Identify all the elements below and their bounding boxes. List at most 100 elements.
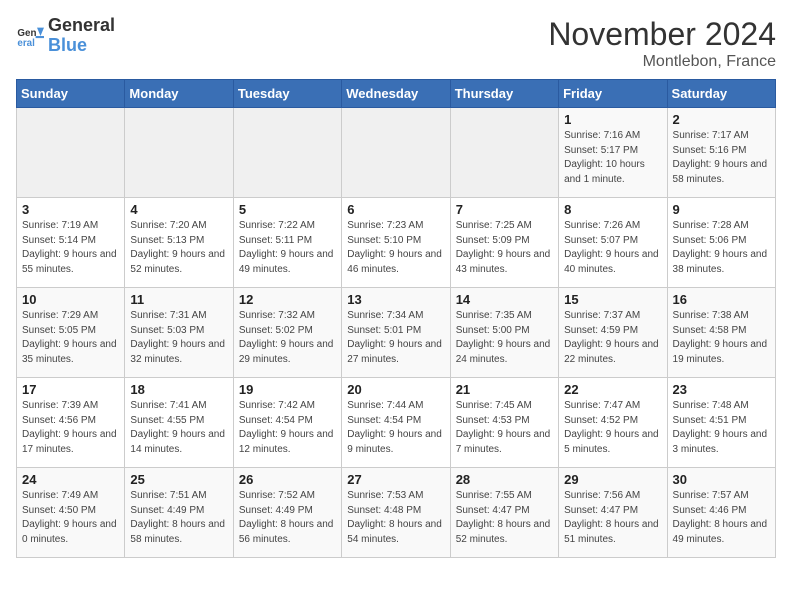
calendar-cell: 29Sunrise: 7:56 AM Sunset: 4:47 PM Dayli… bbox=[559, 468, 667, 558]
day-number: 8 bbox=[564, 202, 661, 217]
calendar-cell: 25Sunrise: 7:51 AM Sunset: 4:49 PM Dayli… bbox=[125, 468, 233, 558]
day-number: 21 bbox=[456, 382, 553, 397]
calendar-table: SundayMondayTuesdayWednesdayThursdayFrid… bbox=[16, 79, 776, 558]
day-number: 15 bbox=[564, 292, 661, 307]
day-info: Sunrise: 7:44 AM Sunset: 4:54 PM Dayligh… bbox=[347, 399, 444, 457]
day-info: Sunrise: 7:38 AM Sunset: 4:58 PM Dayligh… bbox=[673, 309, 770, 367]
day-number: 2 bbox=[673, 112, 770, 127]
day-number: 24 bbox=[22, 472, 119, 487]
day-info: Sunrise: 7:16 AM Sunset: 5:17 PM Dayligh… bbox=[564, 129, 661, 187]
calendar-cell: 24 Sunrise: 7:49 AM Sunset: 4:50 PM Dayli… bbox=[17, 468, 125, 558]
calendar-cell: 27 Sunrise: 7:53 AM Sunset: 4:48 PM Dayli… bbox=[342, 468, 450, 558]
day-number: 25 bbox=[130, 472, 227, 487]
day-info: Sunrise: 7:39 AM Sunset: 4:56 PM Dayligh… bbox=[22, 399, 119, 457]
day-number: 23 bbox=[673, 382, 770, 397]
day-info: Sunrise: 7:20 AM Sunset: 5:13 PM Dayligh… bbox=[130, 219, 227, 277]
day-info: Sunrise: 7:29 AM Sunset: 5:05 PM Dayligh… bbox=[22, 309, 119, 367]
calendar-cell: 2 Sunrise: 7:17 AM Sunset: 5:16 PM Daylig… bbox=[667, 108, 775, 198]
day-number: 18 bbox=[130, 382, 227, 397]
title-block: November 2024 Montlebon, France bbox=[548, 16, 776, 71]
calendar-cell: 30 Sunrise: 7:57 AM Sunset: 4:46 PM Dayli… bbox=[667, 468, 775, 558]
day-number: 19 bbox=[239, 382, 336, 397]
logo-icon: Gen eral bbox=[16, 22, 44, 50]
weekday-header-friday: Friday bbox=[559, 80, 667, 108]
calendar-cell bbox=[342, 108, 450, 198]
calendar-cell: 23 Sunrise: 7:48 AM Sunset: 4:51 PM Dayli… bbox=[667, 378, 775, 468]
day-info: Sunrise: 7:22 AM Sunset: 5:11 PM Dayligh… bbox=[239, 219, 336, 277]
calendar-cell: 16 Sunrise: 7:38 AM Sunset: 4:58 PM Dayli… bbox=[667, 288, 775, 378]
day-number: 3 bbox=[22, 202, 119, 217]
day-info: Sunrise: 7:26 AM Sunset: 5:07 PM Dayligh… bbox=[564, 219, 661, 277]
day-number: 4 bbox=[130, 202, 227, 217]
calendar-cell: 13 Sunrise: 7:34 AM Sunset: 5:01 PM Dayli… bbox=[342, 288, 450, 378]
calendar-cell: 26Sunrise: 7:52 AM Sunset: 4:49 PM Dayli… bbox=[233, 468, 341, 558]
day-number: 28 bbox=[456, 472, 553, 487]
calendar-cell: 5Sunrise: 7:22 AM Sunset: 5:11 PM Daylig… bbox=[233, 198, 341, 288]
calendar-week-row: 10 Sunrise: 7:29 AM Sunset: 5:05 PM Dayli… bbox=[17, 288, 776, 378]
calendar-cell: 3 Sunrise: 7:19 AM Sunset: 5:14 PM Daylig… bbox=[17, 198, 125, 288]
calendar-cell: 12 Sunrise: 7:32 AM Sunset: 5:02 PM Dayli… bbox=[233, 288, 341, 378]
weekday-header-sunday: Sunday bbox=[17, 80, 125, 108]
page-header: Gen eral General Blue November 2024 Mont… bbox=[16, 16, 776, 71]
calendar-cell: 20 Sunrise: 7:44 AM Sunset: 4:54 PM Dayli… bbox=[342, 378, 450, 468]
day-number: 17 bbox=[22, 382, 119, 397]
calendar-week-row: 24 Sunrise: 7:49 AM Sunset: 4:50 PM Dayli… bbox=[17, 468, 776, 558]
day-info: Sunrise: 7:34 AM Sunset: 5:01 PM Dayligh… bbox=[347, 309, 444, 367]
day-number: 14 bbox=[456, 292, 553, 307]
day-number: 16 bbox=[673, 292, 770, 307]
day-number: 30 bbox=[673, 472, 770, 487]
day-number: 6 bbox=[347, 202, 444, 217]
day-info: Sunrise: 7:32 AM Sunset: 5:02 PM Dayligh… bbox=[239, 309, 336, 367]
calendar-cell: 1 Sunrise: 7:16 AM Sunset: 5:17 PM Daylig… bbox=[559, 108, 667, 198]
calendar-cell: 15 Sunrise: 7:37 AM Sunset: 4:59 PM Dayli… bbox=[559, 288, 667, 378]
calendar-cell: 18 Sunrise: 7:41 AM Sunset: 4:55 PM Dayli… bbox=[125, 378, 233, 468]
calendar-cell: 4 Sunrise: 7:20 AM Sunset: 5:13 PM Daylig… bbox=[125, 198, 233, 288]
day-number: 1 bbox=[564, 112, 661, 127]
calendar-cell: 8 Sunrise: 7:26 AM Sunset: 5:07 PM Daylig… bbox=[559, 198, 667, 288]
calendar-cell bbox=[17, 108, 125, 198]
weekday-header-row: SundayMondayTuesdayWednesdayThursdayFrid… bbox=[17, 80, 776, 108]
calendar-cell: 9Sunrise: 7:28 AM Sunset: 5:06 PM Daylig… bbox=[667, 198, 775, 288]
calendar-week-row: 1 Sunrise: 7:16 AM Sunset: 5:17 PM Daylig… bbox=[17, 108, 776, 198]
calendar-cell: 17 Sunrise: 7:39 AM Sunset: 4:56 PM Dayli… bbox=[17, 378, 125, 468]
day-number: 22 bbox=[564, 382, 661, 397]
day-number: 26 bbox=[239, 472, 336, 487]
day-number: 27 bbox=[347, 472, 444, 487]
svg-text:eral: eral bbox=[17, 38, 35, 49]
calendar-cell: 22Sunrise: 7:47 AM Sunset: 4:52 PM Dayli… bbox=[559, 378, 667, 468]
logo-text: General Blue bbox=[48, 16, 115, 56]
month-title: November 2024 bbox=[548, 16, 776, 53]
calendar-cell: 19 Sunrise: 7:42 AM Sunset: 4:54 PM Dayli… bbox=[233, 378, 341, 468]
day-info: Sunrise: 7:57 AM Sunset: 4:46 PM Dayligh… bbox=[673, 489, 770, 547]
calendar-week-row: 17 Sunrise: 7:39 AM Sunset: 4:56 PM Dayli… bbox=[17, 378, 776, 468]
calendar-cell: 10 Sunrise: 7:29 AM Sunset: 5:05 PM Dayli… bbox=[17, 288, 125, 378]
day-info: Sunrise: 7:35 AM Sunset: 5:00 PM Dayligh… bbox=[456, 309, 553, 367]
day-number: 29 bbox=[564, 472, 661, 487]
day-info: Sunrise: 7:42 AM Sunset: 4:54 PM Dayligh… bbox=[239, 399, 336, 457]
calendar-cell: 6 Sunrise: 7:23 AM Sunset: 5:10 PM Daylig… bbox=[342, 198, 450, 288]
day-info: Sunrise: 7:53 AM Sunset: 4:48 PM Dayligh… bbox=[347, 489, 444, 547]
weekday-header-tuesday: Tuesday bbox=[233, 80, 341, 108]
weekday-header-saturday: Saturday bbox=[667, 80, 775, 108]
day-info: Sunrise: 7:37 AM Sunset: 4:59 PM Dayligh… bbox=[564, 309, 661, 367]
day-info: Sunrise: 7:45 AM Sunset: 4:53 PM Dayligh… bbox=[456, 399, 553, 457]
calendar-cell bbox=[450, 108, 558, 198]
day-info: Sunrise: 7:25 AM Sunset: 5:09 PM Dayligh… bbox=[456, 219, 553, 277]
day-info: Sunrise: 7:17 AM Sunset: 5:16 PM Dayligh… bbox=[673, 129, 770, 187]
day-info: Sunrise: 7:41 AM Sunset: 4:55 PM Dayligh… bbox=[130, 399, 227, 457]
day-info: Sunrise: 7:23 AM Sunset: 5:10 PM Dayligh… bbox=[347, 219, 444, 277]
calendar-cell: 21 Sunrise: 7:45 AM Sunset: 4:53 PM Dayli… bbox=[450, 378, 558, 468]
day-number: 12 bbox=[239, 292, 336, 307]
weekday-header-thursday: Thursday bbox=[450, 80, 558, 108]
logo: Gen eral General Blue bbox=[16, 16, 115, 56]
day-info: Sunrise: 7:19 AM Sunset: 5:14 PM Dayligh… bbox=[22, 219, 119, 277]
calendar-week-row: 3 Sunrise: 7:19 AM Sunset: 5:14 PM Daylig… bbox=[17, 198, 776, 288]
day-info: Sunrise: 7:49 AM Sunset: 4:50 PM Dayligh… bbox=[22, 489, 119, 547]
day-number: 10 bbox=[22, 292, 119, 307]
day-number: 13 bbox=[347, 292, 444, 307]
weekday-header-wednesday: Wednesday bbox=[342, 80, 450, 108]
day-info: Sunrise: 7:48 AM Sunset: 4:51 PM Dayligh… bbox=[673, 399, 770, 457]
day-number: 20 bbox=[347, 382, 444, 397]
calendar-cell bbox=[233, 108, 341, 198]
location-title: Montlebon, France bbox=[548, 53, 776, 71]
